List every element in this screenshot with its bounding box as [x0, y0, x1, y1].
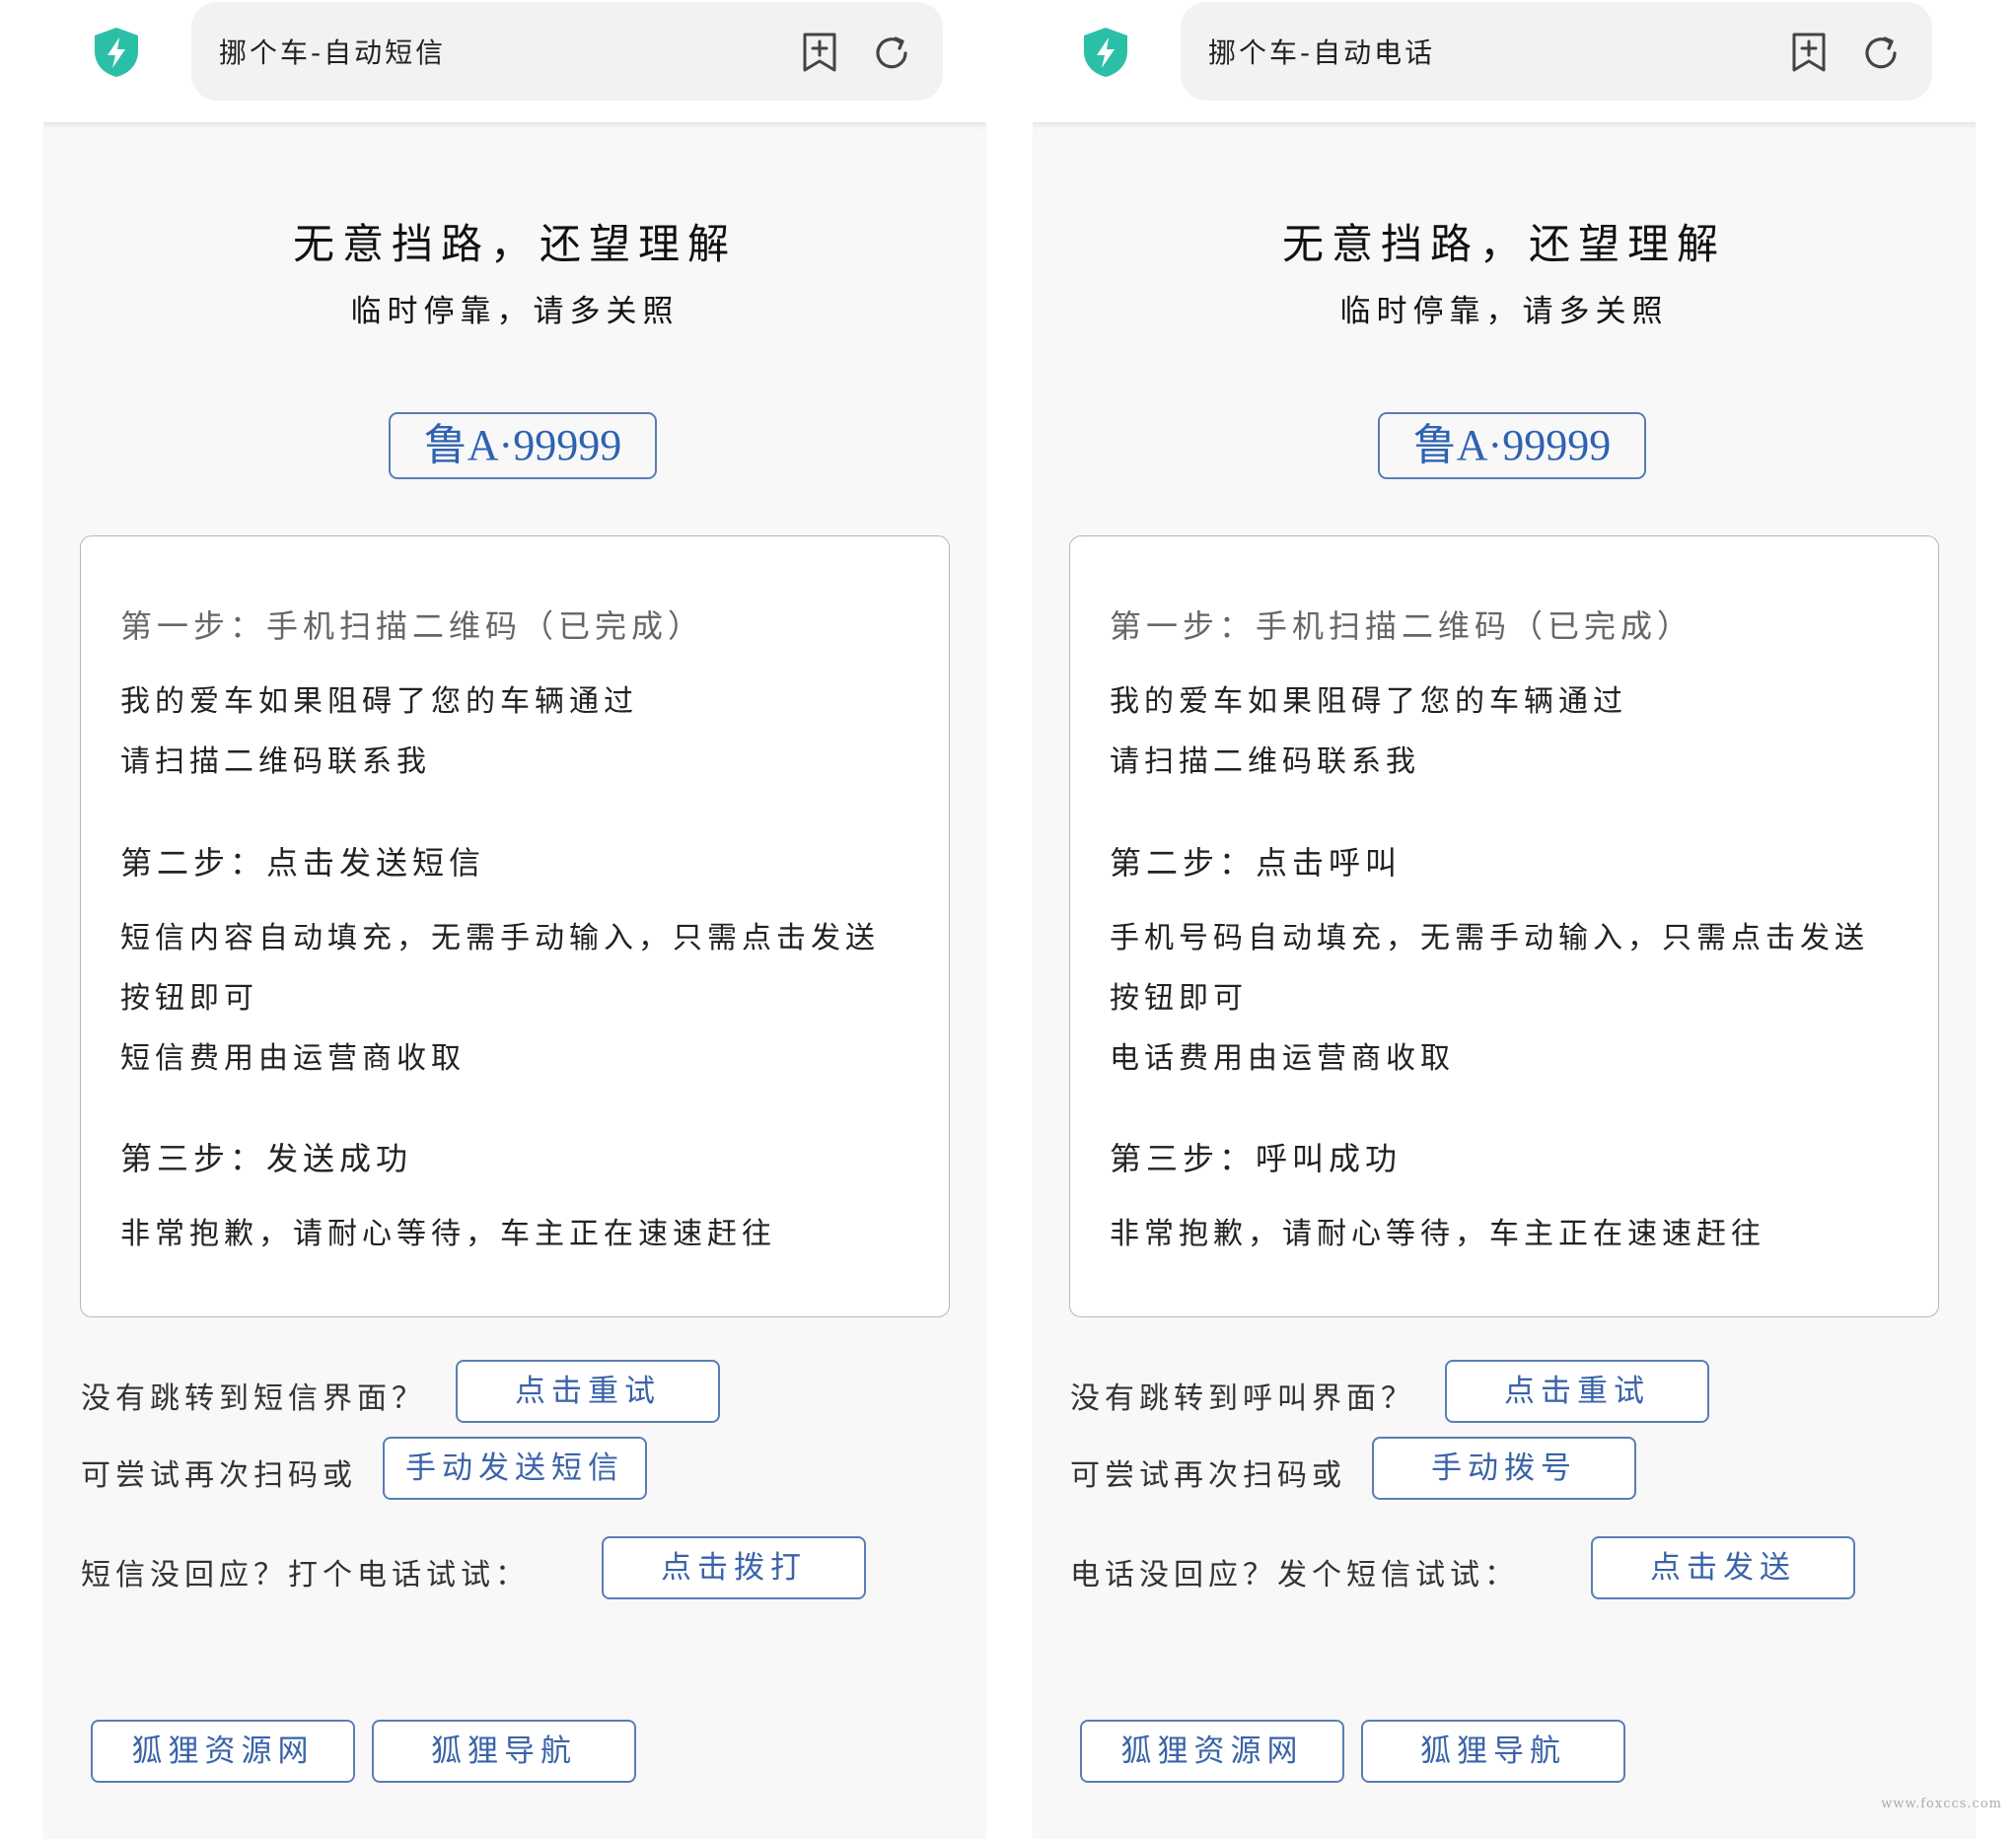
- step-3-line-1: 非常抱歉，请耐心等待，车主正在速速赶往: [1110, 1217, 1765, 1251]
- send-sms-button[interactable]: 点击发送: [1591, 1536, 1855, 1599]
- license-plate-badge: 鲁A·99999: [1378, 412, 1646, 479]
- license-plate-badge: 鲁A·99999: [389, 412, 657, 479]
- step-1-line-2: 请扫描二维码联系我: [120, 744, 431, 779]
- page-tab-title: 挪个车-自动短信: [219, 36, 447, 69]
- manual-prompt: 可尝试再次扫码或: [81, 1458, 357, 1493]
- fallback-prompt: 短信没回应？打个电话试试：: [81, 1558, 530, 1592]
- retry-button[interactable]: 点击重试: [1445, 1360, 1709, 1423]
- step-2-title: 第二步：点击呼叫: [1110, 844, 1403, 882]
- step-3-title: 第三步：发送成功: [120, 1140, 413, 1177]
- manual-dial-button[interactable]: 手动拨号: [1372, 1437, 1636, 1500]
- footer-link-resource-site[interactable]: 狐狸资源网: [91, 1720, 355, 1783]
- step-1-title: 第一步：手机扫描二维码（已完成）: [1110, 607, 1694, 645]
- step-2-line-2: 按钮即可: [1110, 981, 1248, 1016]
- step-2-line-3: 电话费用由运营商收取: [1110, 1041, 1455, 1076]
- browser-top-bar: 挪个车-自动电话: [989, 0, 1976, 122]
- step-2-line-1: 手机号码自动填充，无需手动输入，只需点击发送: [1110, 921, 1869, 955]
- page-headline: 无意挡路，还望理解: [292, 220, 737, 268]
- step-3-line-1: 非常抱歉，请耐心等待，车主正在速速赶往: [120, 1217, 776, 1251]
- call-panel: 挪个车-自动电话 无意挡路，还望理解 临时停靠，请多关照 鲁A·99999 第一…: [989, 0, 1976, 1839]
- footer-link-resource-site[interactable]: 狐狸资源网: [1080, 1720, 1344, 1783]
- step-2-title: 第二步：点击发送短信: [120, 844, 486, 882]
- manual-prompt: 可尝试再次扫码或: [1070, 1458, 1346, 1493]
- page-subheadline: 临时停靠，请多关照: [1339, 294, 1669, 329]
- retry-prompt: 没有跳转到呼叫界面？: [1070, 1381, 1415, 1416]
- add-bookmark-icon[interactable]: [801, 32, 838, 73]
- page-tab-title: 挪个车-自动电话: [1208, 36, 1436, 69]
- retry-button[interactable]: 点击重试: [456, 1360, 720, 1423]
- security-shield-icon[interactable]: [1081, 26, 1130, 79]
- instructions-card: 第一步：手机扫描二维码（已完成） 我的爱车如果阻碍了您的车辆通过 请扫描二维码联…: [80, 535, 950, 1317]
- site-watermark: www.foxccs.com: [1881, 1797, 2002, 1811]
- footer-link-navigation[interactable]: 狐狸导航: [372, 1720, 636, 1783]
- step-1-line-2: 请扫描二维码联系我: [1110, 744, 1420, 779]
- reload-icon[interactable]: [872, 34, 911, 73]
- add-bookmark-icon[interactable]: [1790, 32, 1828, 73]
- browser-top-bar: 挪个车-自动短信: [0, 0, 986, 122]
- step-3-title: 第三步：呼叫成功: [1110, 1140, 1403, 1177]
- step-2-line-2: 按钮即可: [120, 981, 258, 1016]
- call-button[interactable]: 点击拨打: [602, 1536, 866, 1599]
- page-headline: 无意挡路，还望理解: [1281, 220, 1726, 268]
- address-bar[interactable]: 挪个车-自动电话: [1181, 2, 1932, 101]
- address-bar[interactable]: 挪个车-自动短信: [191, 2, 943, 101]
- step-1-title: 第一步：手机扫描二维码（已完成）: [120, 607, 705, 645]
- manual-send-sms-button[interactable]: 手动发送短信: [383, 1437, 647, 1500]
- step-2-line-1: 短信内容自动填充，无需手动输入，只需点击发送: [120, 921, 880, 955]
- page-content: 无意挡路，还望理解 临时停靠，请多关照 鲁A·99999 第一步：手机扫描二维码…: [43, 122, 986, 1839]
- instructions-card: 第一步：手机扫描二维码（已完成） 我的爱车如果阻碍了您的车辆通过 请扫描二维码联…: [1069, 535, 1939, 1317]
- step-2-line-3: 短信费用由运营商收取: [120, 1041, 466, 1076]
- step-1-line-1: 我的爱车如果阻碍了您的车辆通过: [120, 684, 638, 719]
- page-subheadline: 临时停靠，请多关照: [350, 294, 680, 329]
- reload-icon[interactable]: [1861, 34, 1901, 73]
- fallback-prompt: 电话没回应？发个短信试试：: [1070, 1558, 1519, 1592]
- sms-panel: 挪个车-自动短信 无意挡路，还望理解 临时停靠，请多关照 鲁A·99999 第一…: [0, 0, 986, 1839]
- retry-prompt: 没有跳转到短信界面？: [81, 1381, 426, 1416]
- security-shield-icon[interactable]: [92, 26, 141, 79]
- footer-link-navigation[interactable]: 狐狸导航: [1361, 1720, 1625, 1783]
- page-content: 无意挡路，还望理解 临时停靠，请多关照 鲁A·99999 第一步：手机扫描二维码…: [1033, 122, 1976, 1839]
- step-1-line-1: 我的爱车如果阻碍了您的车辆通过: [1110, 684, 1627, 719]
